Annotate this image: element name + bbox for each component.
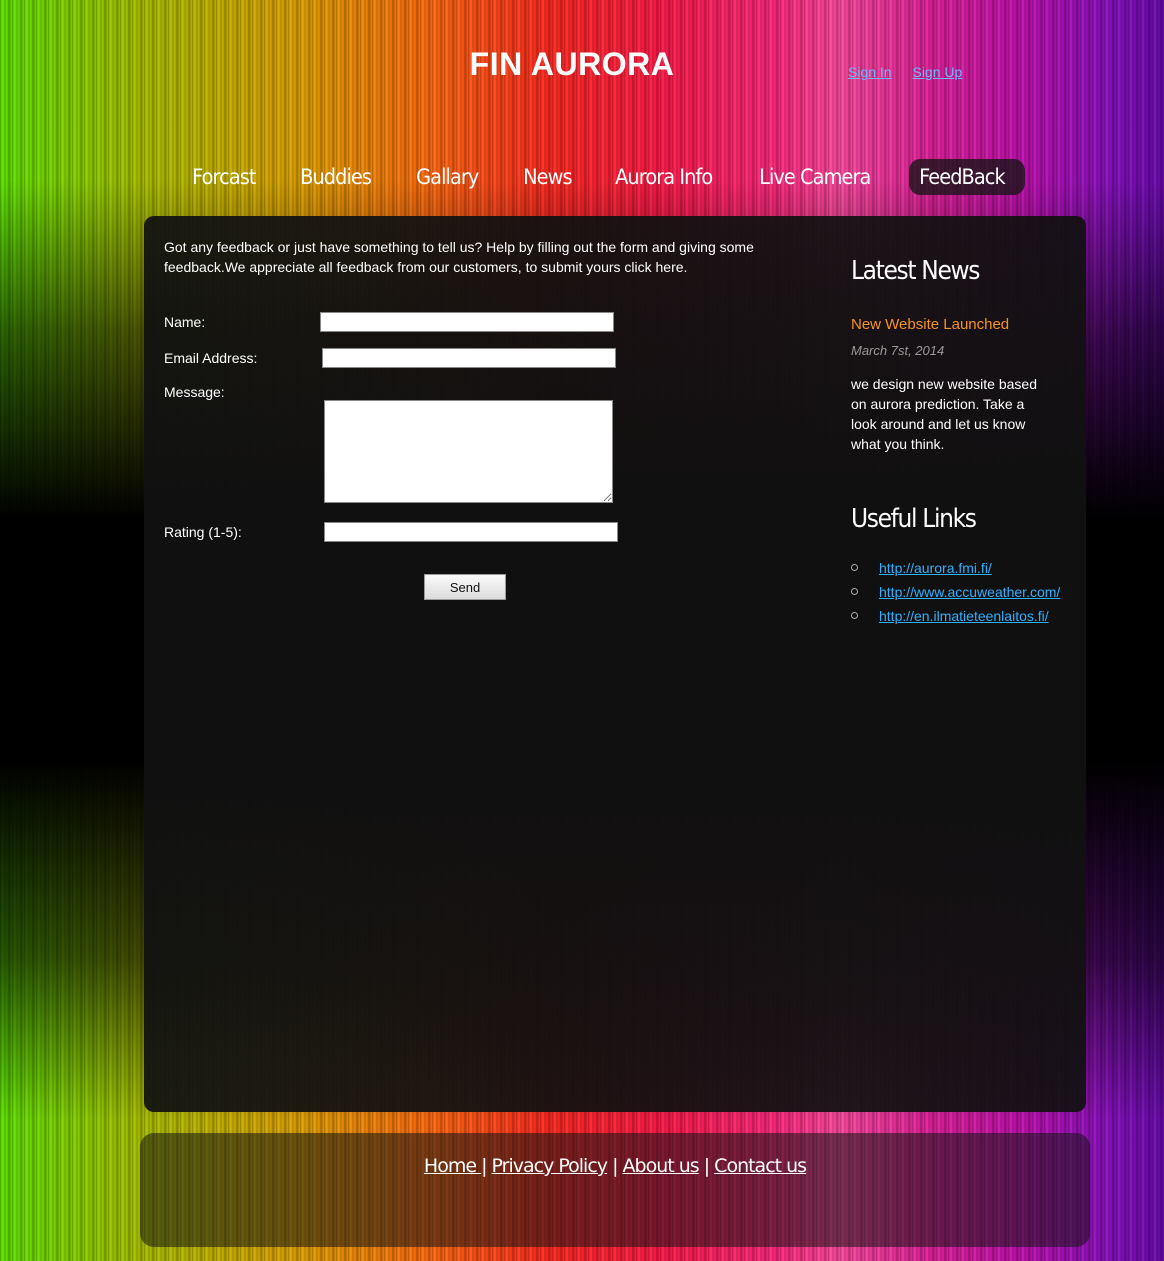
footer-about-link[interactable]: About us <box>623 1155 700 1177</box>
nav-item-live-camera[interactable]: Live Camera <box>749 159 881 195</box>
circle-bullet-icon <box>851 612 858 619</box>
main-nav: Forcast Buddies Gallary News Aurora Info… <box>182 156 1052 197</box>
send-button[interactable]: Send <box>424 574 506 600</box>
sign-up-link[interactable]: Sign Up <box>912 64 962 80</box>
footer-contact-link[interactable]: Contact us <box>714 1155 807 1177</box>
list-item: http://www.accuweather.com/ <box>851 584 1071 608</box>
sidebar: Latest News New Website Launched March 7… <box>851 256 1071 632</box>
news-item-date: March 7st, 2014 <box>851 343 945 358</box>
list-item: http://en.ilmatieteenlaitos.fi/ <box>851 608 1071 632</box>
name-label: Name: <box>164 314 206 330</box>
footer-separator: | <box>703 1155 710 1177</box>
footer-links: Home | Privacy Policy | About us | Conta… <box>140 1155 1090 1177</box>
footer-privacy-link[interactable]: Privacy Policy <box>492 1155 608 1177</box>
link-aurora-fmi[interactable]: http://aurora.fmi.fi/ <box>879 560 992 576</box>
auth-links: Sign In Sign Up <box>848 64 979 80</box>
list-item: http://aurora.fmi.fi/ <box>851 560 1071 584</box>
useful-links-list: http://aurora.fmi.fi/ http://www.accuwea… <box>851 560 1071 632</box>
news-item-body: we design new website based on aurora pr… <box>851 376 1038 452</box>
nav-item-buddies[interactable]: Buddies <box>290 159 381 195</box>
footer: Home | Privacy Policy | About us | Conta… <box>140 1133 1090 1247</box>
content-panel: Got any feedback or just have something … <box>144 216 1086 1112</box>
link-ilmatieteenlaitos[interactable]: http://en.ilmatieteenlaitos.fi/ <box>879 608 1049 624</box>
message-textarea[interactable] <box>324 400 613 503</box>
message-label: Message: <box>164 384 225 400</box>
latest-news-heading: Latest News <box>851 256 980 286</box>
nav-item-gallary[interactable]: Gallary <box>406 159 489 195</box>
sign-in-link[interactable]: Sign In <box>848 64 892 80</box>
useful-links-heading: Useful Links <box>851 504 977 534</box>
email-label: Email Address: <box>164 350 258 366</box>
nav-item-aurora-info[interactable]: Aurora Info <box>605 159 722 195</box>
link-accuweather[interactable]: http://www.accuweather.com/ <box>879 584 1060 600</box>
name-input[interactable] <box>320 312 614 332</box>
footer-separator: | <box>612 1155 618 1177</box>
footer-separator: | <box>481 1155 487 1177</box>
rating-label: Rating (1-5): <box>164 524 242 540</box>
news-item-title: New Website Launched <box>851 316 1010 333</box>
email-input[interactable] <box>322 348 616 368</box>
nav-item-news[interactable]: News <box>513 159 582 195</box>
rating-input[interactable] <box>324 522 618 542</box>
nav-item-forcast[interactable]: Forcast <box>182 159 266 195</box>
footer-home-link[interactable]: Home <box>424 1155 481 1177</box>
circle-bullet-icon <box>851 588 858 595</box>
feedback-intro: Got any feedback or just have something … <box>164 239 754 275</box>
nav-item-feedback[interactable]: FeedBack <box>909 158 1026 195</box>
circle-bullet-icon <box>851 564 858 571</box>
